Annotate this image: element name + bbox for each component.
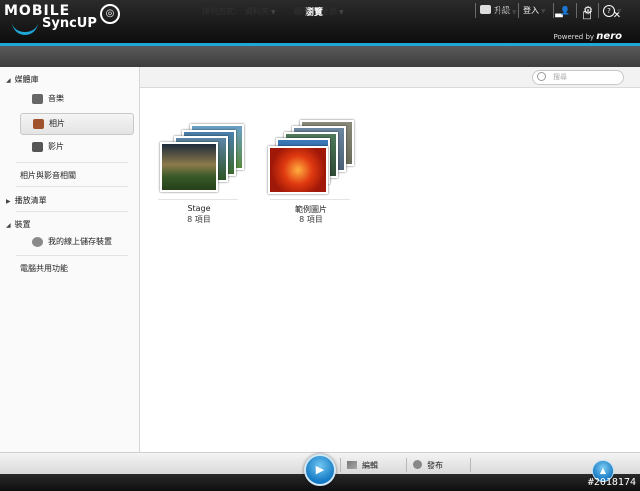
sidebar-divider xyxy=(16,255,128,256)
sidebar-item-label: 音樂 xyxy=(48,94,64,103)
globe-icon xyxy=(32,237,43,247)
sidebar-divider xyxy=(16,211,128,212)
user-icon: 👤 xyxy=(560,6,570,15)
album-title: Stage xyxy=(187,204,211,213)
main-toolbar xyxy=(0,46,640,67)
music-icon xyxy=(32,94,43,104)
sidebar-item-photos[interactable]: 相片 xyxy=(20,113,134,135)
sidebar-item-label: 相片 xyxy=(49,119,65,128)
sidebar-item-videos[interactable]: 影片 xyxy=(20,137,132,157)
chevron-down-icon: ▼ xyxy=(617,8,622,15)
sidebar-item-music[interactable]: 音樂 xyxy=(20,89,132,109)
powered-by-label: Powered by xyxy=(553,33,595,41)
publish-button[interactable]: 發布 xyxy=(413,460,443,471)
edit-button[interactable]: 編輯 xyxy=(347,460,378,471)
bottom-divider xyxy=(340,458,341,472)
bottom-divider xyxy=(406,458,407,472)
edit-label: 編輯 xyxy=(362,461,378,470)
play-button[interactable]: ▶ xyxy=(304,454,336,486)
sidebar-section-devices[interactable]: ◢ 裝置 xyxy=(6,219,31,230)
chevron-down-icon: ▼ xyxy=(339,9,344,16)
album-cover-photo xyxy=(268,146,328,194)
sidebar-section-playlists[interactable]: ▶ 播放清單 xyxy=(6,195,47,206)
help-button[interactable]: ? ▼ xyxy=(598,3,626,18)
video-icon xyxy=(32,142,43,152)
arrow-up-icon: ▲ xyxy=(599,466,607,475)
sidebar-item-photo-video-related[interactable]: 相片與影音相關 xyxy=(20,170,76,181)
sidebar-divider xyxy=(16,162,128,163)
publish-label: 發布 xyxy=(427,461,443,470)
album-count: 8 項目 xyxy=(299,215,323,224)
chevron-down-icon: ▼ xyxy=(271,9,276,16)
sidebar-item-label: 影片 xyxy=(48,142,64,151)
zoom-label: 縮放 xyxy=(494,7,510,16)
sidebar-section-library[interactable]: ◢ 媒體庫 xyxy=(6,74,39,85)
user-button[interactable]: 👤 xyxy=(553,3,576,18)
show-value: 全部 xyxy=(321,7,337,16)
photo-icon xyxy=(33,119,44,129)
collapse-triangle-icon: ◢ xyxy=(6,77,11,84)
edit-icon xyxy=(347,461,357,469)
powered-by: Powered by nero xyxy=(553,31,622,42)
sidebar-item-label: 我的線上儲存裝置 xyxy=(48,237,112,246)
sidebar-item-pc-sharing[interactable]: 電腦共用功能 xyxy=(20,263,68,274)
search-placeholder: 搜尋 xyxy=(553,73,567,81)
album-stage[interactable] xyxy=(156,124,246,192)
settings-button[interactable]: ⚙ xyxy=(576,3,599,18)
playlists-label: 播放清單 xyxy=(14,196,47,205)
sort-value: 資料夾 xyxy=(245,7,269,16)
login-label: 登入 xyxy=(523,6,539,15)
gear-icon: ⚙ xyxy=(583,4,593,17)
library-label: 媒體庫 xyxy=(14,75,39,84)
login-button[interactable]: 登入 ▼ xyxy=(518,3,550,18)
sort-label: 排列方式: xyxy=(202,7,237,16)
sidebar-divider xyxy=(16,186,128,187)
album-divider xyxy=(270,199,350,200)
show-label: 顯示: xyxy=(294,7,313,16)
search-icon xyxy=(537,72,546,81)
sidebar-item-online-storage[interactable]: 我的線上儲存裝置 xyxy=(20,232,132,252)
sort-dropdown[interactable]: 資料夾 ▼ xyxy=(245,6,276,17)
album-count: 8 項目 xyxy=(187,215,211,224)
devices-label: 裝置 xyxy=(14,220,31,229)
publish-icon xyxy=(413,460,422,469)
help-icon: ? xyxy=(603,5,615,17)
cart-icon xyxy=(480,5,491,14)
expand-triangle-icon: ▶ xyxy=(6,198,11,205)
logo-subtext: SyncUP xyxy=(42,16,97,31)
chevron-down-icon: ▼ xyxy=(541,8,546,15)
bottom-divider xyxy=(470,458,471,472)
collapse-triangle-icon: ◢ xyxy=(6,222,11,229)
play-icon: ▶ xyxy=(315,463,325,476)
chevron-down-icon: ▼ xyxy=(512,9,517,16)
zoom-dropdown[interactable]: 縮放 ▼ xyxy=(494,6,517,17)
album-sample-pictures[interactable] xyxy=(266,120,356,194)
show-dropdown[interactable]: 全部 ▼ xyxy=(321,6,344,17)
album-cover-photo xyxy=(160,142,218,192)
watermark: #2018174 xyxy=(587,477,636,488)
logo-emblem-icon: ◎ xyxy=(100,4,120,24)
album-divider xyxy=(158,199,238,200)
nero-brand: nero xyxy=(596,31,622,42)
